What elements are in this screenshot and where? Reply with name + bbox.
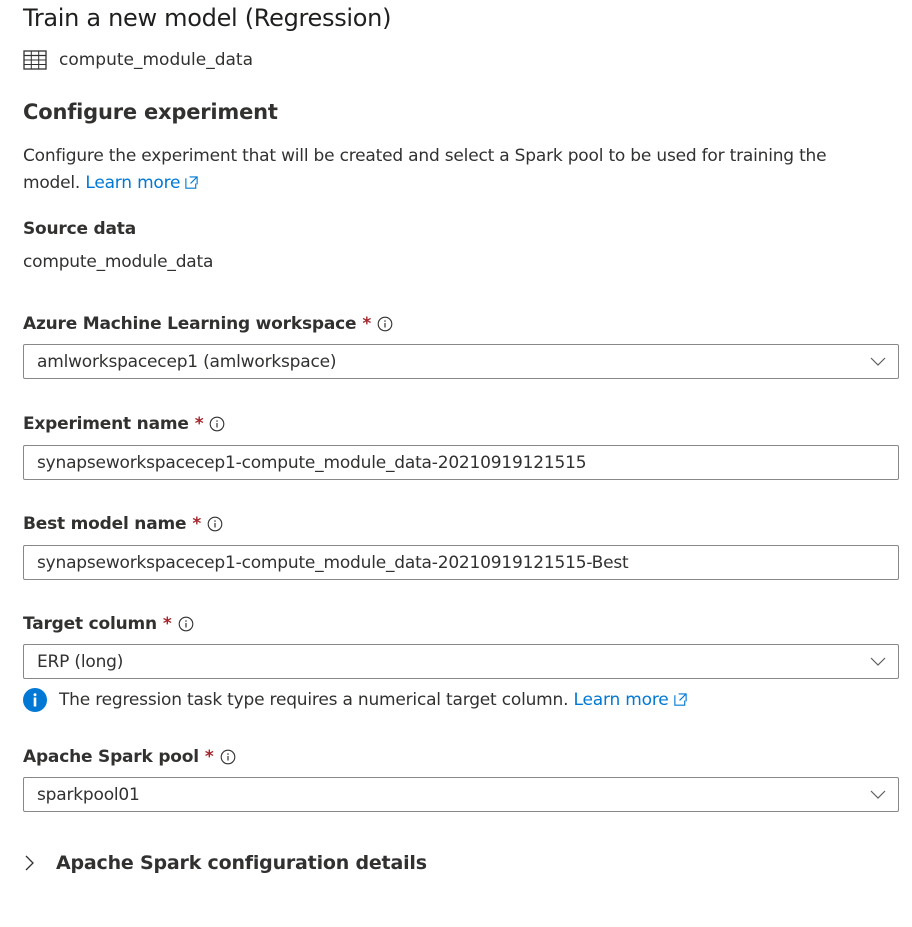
experiment-name-input[interactable]: synapseworkspacecep1-compute_module_data… bbox=[23, 445, 899, 480]
spark-config-label: Apache Spark configuration details bbox=[56, 852, 427, 874]
chevron-down-icon bbox=[870, 657, 886, 666]
info-icon[interactable] bbox=[178, 616, 194, 632]
learn-more-label: Learn more bbox=[573, 690, 669, 710]
spark-pool-label-text: Apache Spark pool bbox=[23, 747, 199, 767]
experiment-name-label-text: Experiment name bbox=[23, 414, 189, 434]
target-column-value: ERP (long) bbox=[37, 651, 124, 672]
workspace-label: Azure Machine Learning workspace * bbox=[23, 314, 393, 334]
required-marker: * bbox=[192, 514, 202, 534]
section-heading: Configure experiment bbox=[23, 100, 278, 124]
best-model-name-label-text: Best model name bbox=[23, 514, 187, 534]
dataset-row: compute_module_data bbox=[23, 48, 253, 72]
workspace-label-text: Azure Machine Learning workspace bbox=[23, 314, 357, 334]
info-message-text: The regression task type requires a nume… bbox=[59, 690, 569, 710]
source-data-label-text: Source data bbox=[23, 219, 136, 239]
chevron-right-icon bbox=[25, 855, 34, 871]
workspace-value: amlworkspacecep1 (amlworkspace) bbox=[37, 351, 337, 372]
source-data-label: Source data bbox=[23, 219, 136, 239]
workspace-dropdown[interactable]: amlworkspacecep1 (amlworkspace) bbox=[23, 344, 899, 379]
best-model-name-input[interactable]: synapseworkspacecep1-compute_module_data… bbox=[23, 545, 899, 580]
dataset-name: compute_module_data bbox=[59, 50, 253, 70]
spark-config-expander[interactable]: Apache Spark configuration details bbox=[23, 852, 427, 874]
info-icon[interactable] bbox=[209, 416, 225, 432]
target-column-dropdown[interactable]: ERP (long) bbox=[23, 644, 899, 679]
best-model-name-label: Best model name * bbox=[23, 514, 223, 534]
external-link-icon bbox=[673, 693, 687, 706]
required-marker: * bbox=[162, 614, 172, 634]
section-description: Configure the experiment that will be cr… bbox=[23, 143, 883, 197]
source-data-value: compute_module_data bbox=[23, 252, 214, 272]
chevron-down-icon bbox=[870, 790, 886, 799]
target-column-label: Target column * bbox=[23, 614, 194, 634]
chevron-down-icon bbox=[870, 357, 886, 366]
target-column-label-text: Target column bbox=[23, 614, 157, 634]
info-icon[interactable] bbox=[377, 316, 393, 332]
experiment-name-label: Experiment name * bbox=[23, 414, 225, 434]
best-model-name-value: synapseworkspacecep1-compute_module_data… bbox=[37, 552, 629, 573]
learn-more-label: Learn more bbox=[85, 173, 181, 193]
learn-more-link[interactable]: Learn more bbox=[85, 173, 199, 193]
spark-pool-value: sparkpool01 bbox=[37, 784, 140, 805]
table-icon bbox=[23, 50, 47, 70]
experiment-name-value: synapseworkspacecep1-compute_module_data… bbox=[37, 452, 587, 473]
learn-more-link[interactable]: Learn more bbox=[574, 690, 688, 710]
spark-pool-dropdown[interactable]: sparkpool01 bbox=[23, 777, 899, 812]
spark-pool-label: Apache Spark pool * bbox=[23, 747, 236, 767]
page-title: Train a new model (Regression) bbox=[23, 4, 392, 32]
required-marker: * bbox=[194, 414, 204, 434]
required-marker: * bbox=[362, 314, 372, 334]
required-marker: * bbox=[204, 747, 214, 767]
info-filled-icon bbox=[23, 688, 47, 712]
external-link-icon bbox=[185, 176, 199, 189]
info-icon[interactable] bbox=[207, 516, 223, 532]
info-icon[interactable] bbox=[220, 749, 236, 765]
target-column-info-message: The regression task type requires a nume… bbox=[23, 688, 688, 712]
